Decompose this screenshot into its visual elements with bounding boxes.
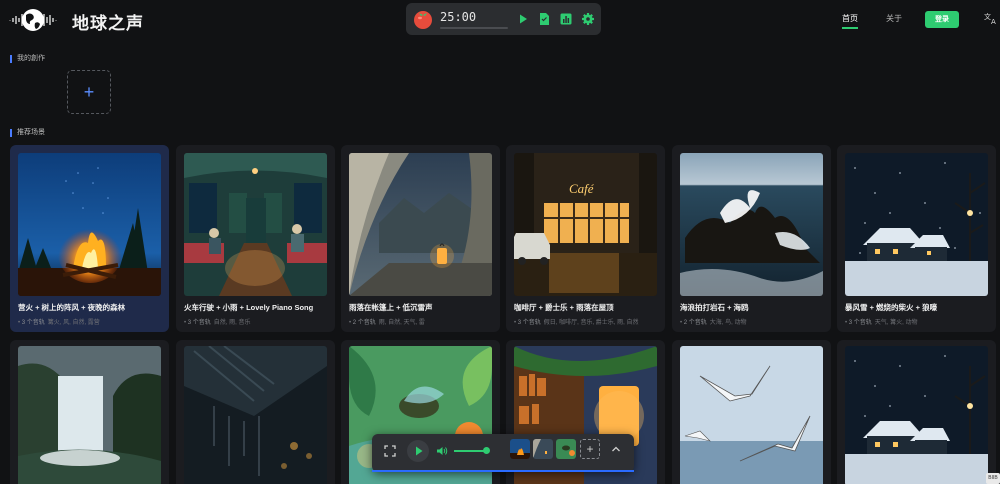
scene-tags: 假日, 咖啡厅, 音乐, 爵士乐, 雨, 自然 — [543, 320, 639, 326]
scene-card-title: 雨落在帐篷上 + 低沉雷声 — [349, 303, 433, 312]
corner-badge: BIIB — [986, 473, 1000, 484]
active-scene-thumb-tent[interactable] — [533, 439, 553, 459]
globe-soundwave-logo[interactable] — [8, 5, 58, 35]
player-play-button[interactable] — [407, 440, 429, 462]
mini-player: + — [372, 434, 634, 472]
volume-slider-handle[interactable] — [483, 447, 490, 454]
scene-card-campfire[interactable]: 营火 + 树上的阵风 + 夜晚的森林 • 3 个音轨 篝火, 风, 自然, 露营 — [10, 145, 169, 332]
scene-card-title: 营火 + 树上的阵风 + 夜晚的森林 — [18, 303, 126, 312]
track-count: 2 个音轨 — [352, 320, 376, 326]
scene-card-meta: • 2 个音轨 雨, 自然, 天气, 雷 — [349, 320, 425, 326]
scene-card-title: 暴风雪 + 燃烧的柴火 + 狼嚎 — [845, 303, 938, 312]
scene-image-train — [184, 153, 327, 296]
nav-about-link[interactable]: 关于 — [886, 13, 902, 24]
svg-text:文: 文 — [984, 12, 991, 21]
scene-image-snowstorm-2 — [845, 346, 988, 484]
track-count: 3 个音轨 — [848, 320, 872, 326]
scene-image-waves — [680, 153, 823, 296]
player-progress-line — [372, 470, 634, 472]
scene-card-rain-eaves[interactable] — [176, 340, 335, 484]
scene-card-snowstorm-2[interactable] — [837, 340, 996, 484]
nav-home-link[interactable]: 首页 — [842, 13, 858, 29]
scene-tags: 篝火, 风, 自然, 露营 — [47, 320, 100, 326]
scene-image-snowstorm — [845, 153, 988, 296]
scene-card-waves[interactable]: 海浪拍打岩石 + 海鸥 • 2 个音轨 大海, 鸟, 动物 — [672, 145, 831, 332]
scene-card-snowstorm[interactable]: 暴风雪 + 燃烧的柴火 + 狼嚎 • 3 个音轨 天气, 篝火, 动物 — [837, 145, 996, 332]
scene-card-meta: • 2 个音轨 大海, 鸟, 动物 — [680, 320, 747, 326]
track-count: 3 个音轨 — [517, 320, 541, 326]
scene-image-rain-eaves — [184, 346, 327, 484]
play-icon[interactable] — [516, 12, 530, 26]
scene-card-title: 海浪拍打岩石 + 海鸥 — [680, 303, 749, 312]
add-creation-button[interactable]: + — [67, 70, 111, 114]
active-scene-thumb-cicada[interactable] — [556, 439, 576, 459]
play-icon — [416, 446, 423, 456]
pomodoro-timer: 25:00 — [406, 3, 601, 35]
fullscreen-icon[interactable] — [384, 445, 396, 457]
translate-icon[interactable]: 文 A — [984, 11, 998, 25]
scene-card-meta: • 3 个音轨 假日, 咖啡厅, 音乐, 爵士乐, 雨, 自然 — [514, 320, 639, 326]
scene-card-cafe[interactable]: Café 咖啡厅 + 爵士乐 + 雨落在屋顶 • 3 个音轨 假日, 咖啡厅, 音… — [506, 145, 665, 332]
statistics-icon[interactable] — [559, 12, 573, 26]
volume-icon[interactable] — [436, 445, 448, 457]
scene-tags: 自然, 雨, 音乐 — [213, 320, 251, 326]
scene-card-meta: • 3 个音轨 自然, 雨, 音乐 — [184, 320, 251, 326]
active-scene-thumb-campfire[interactable] — [510, 439, 530, 459]
scene-image-cafe: Café — [514, 153, 657, 296]
app-title: 地球之声 — [72, 14, 144, 33]
task-list-icon[interactable] — [537, 12, 551, 26]
scene-image-waterfall — [18, 346, 161, 484]
svg-text:A: A — [991, 18, 996, 25]
chevron-up-icon[interactable] — [610, 443, 622, 455]
tomato-icon[interactable] — [412, 8, 434, 30]
scene-tags: 天气, 篝火, 动物 — [874, 320, 918, 326]
settings-gear-icon[interactable] — [581, 12, 595, 26]
scene-image-seagulls — [680, 346, 823, 484]
timer-countdown: 25:00 — [440, 10, 477, 24]
scene-card-title: 咖啡厅 + 爵士乐 + 雨落在屋顶 — [514, 303, 614, 312]
volume-slider-track[interactable] — [454, 450, 486, 452]
scene-image-tent — [349, 153, 492, 296]
track-count: 3 个音轨 — [21, 320, 45, 326]
scene-tags: 大海, 鸟, 动物 — [709, 320, 747, 326]
timer-progress-track — [440, 27, 508, 29]
scene-tags: 雨, 自然, 天气, 雷 — [378, 320, 425, 326]
scene-card-seagulls[interactable] — [672, 340, 831, 484]
scene-card-tent[interactable]: 雨落在帐篷上 + 低沉雷声 • 2 个音轨 雨, 自然, 天气, 雷 — [341, 145, 500, 332]
login-button[interactable]: 登录 — [925, 11, 959, 28]
scene-image-campfire — [18, 153, 161, 296]
add-sound-button[interactable]: + — [580, 439, 600, 459]
scene-card-meta: • 3 个音轨 篝火, 风, 自然, 露营 — [18, 320, 100, 326]
section-title-my-creations: 我的創作 — [10, 55, 45, 63]
track-count: 3 个音轨 — [187, 320, 211, 326]
scene-card-train[interactable]: 火车行驶 + 小雨 + Lovely Piano Song • 3 个音轨 自然,… — [176, 145, 335, 332]
scene-card-title: 火车行驶 + 小雨 + Lovely Piano Song — [184, 303, 314, 312]
scene-card-waterfall[interactable] — [10, 340, 169, 484]
scene-card-meta: • 3 个音轨 天气, 篝火, 动物 — [845, 320, 918, 326]
svg-text:Café: Café — [569, 181, 595, 196]
plus-icon: + — [83, 82, 95, 102]
top-header: 地球之声 25:00 首页 关于 登录 文 A — [0, 0, 1000, 40]
track-count: 2 个音轨 — [683, 320, 707, 326]
section-title-recommended: 推荐场景 — [10, 129, 45, 137]
